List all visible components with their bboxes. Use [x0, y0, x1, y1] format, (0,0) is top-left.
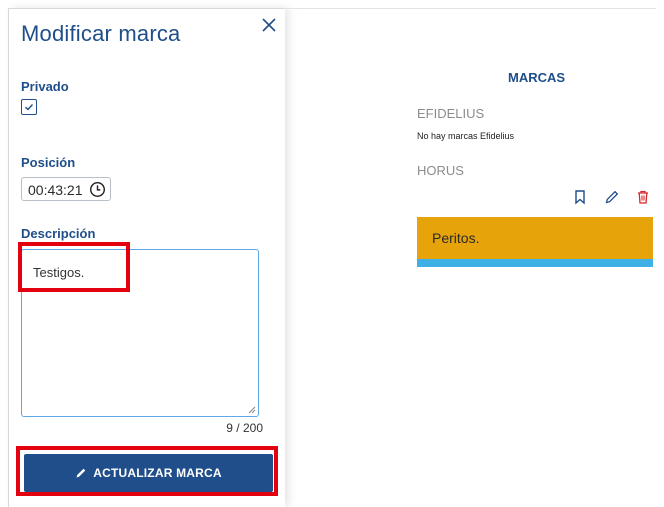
- close-icon[interactable]: [259, 15, 279, 35]
- posicion-value: 00:43:21: [28, 182, 83, 198]
- descripcion-label: Descripción: [21, 226, 96, 241]
- char-counter: 9 / 200: [226, 421, 263, 435]
- edit-mark-panel: Modificar marca Privado Posición 00:43:2…: [8, 8, 285, 507]
- clock-icon[interactable]: [89, 181, 106, 198]
- bookmark-icon[interactable]: [572, 189, 588, 205]
- pencil-icon: [76, 468, 86, 478]
- check-icon: [25, 104, 34, 111]
- mark-card-bar: [417, 259, 653, 267]
- update-mark-button-label: ACTUALIZAR MARCA: [93, 466, 222, 480]
- posicion-label: Posición: [21, 155, 76, 170]
- marcas-title: MARCAS: [508, 70, 566, 85]
- top-divider: [284, 8, 656, 9]
- efidelius-empty-note: No hay marcas Efidelius: [417, 131, 515, 141]
- descripcion-textarea[interactable]: Testigos.: [21, 249, 259, 417]
- section-efidelius: EFIDELIUS: [417, 106, 485, 121]
- panel-title: Modificar marca: [21, 21, 181, 46]
- edit-pencil-icon[interactable]: [604, 189, 620, 205]
- privado-label: Privado: [21, 79, 69, 94]
- descripcion-value: Testigos.: [33, 265, 85, 280]
- resize-handle-icon[interactable]: [247, 405, 256, 414]
- trash-icon[interactable]: [635, 189, 651, 205]
- section-horus: HORUS: [417, 163, 464, 178]
- mark-card-text: Peritos.: [432, 230, 480, 246]
- posicion-time-input[interactable]: 00:43:21: [21, 177, 111, 201]
- privado-checkbox[interactable]: [21, 99, 37, 115]
- mark-card[interactable]: Peritos.: [417, 217, 653, 267]
- update-mark-button[interactable]: ACTUALIZAR MARCA: [24, 454, 273, 492]
